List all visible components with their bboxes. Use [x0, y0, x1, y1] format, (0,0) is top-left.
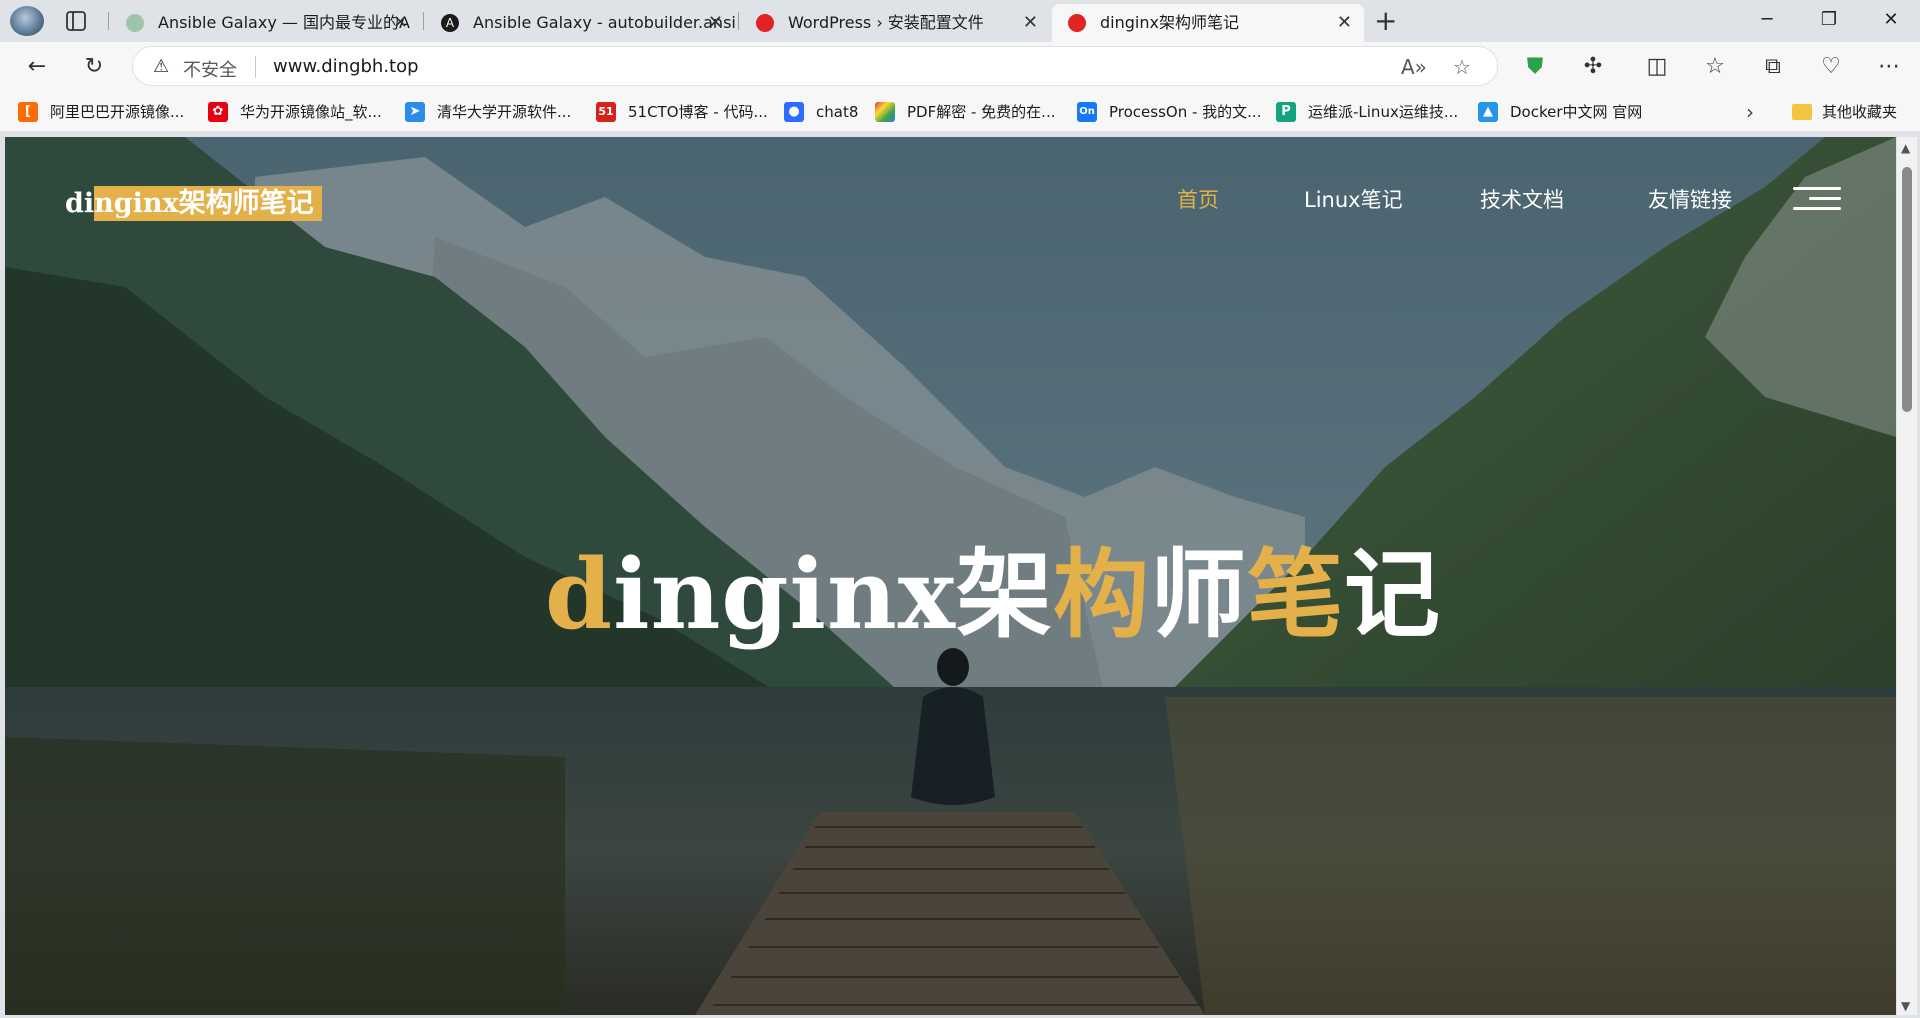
- tsinghua-icon: ➤: [405, 102, 425, 122]
- bookmark-label: ProcessOn - 我的文...: [1109, 103, 1262, 121]
- browser-toolbar: ← ↻ ⚠ 不安全 www.dingbh.top A» ☆ ⛊ ✣ ◫ ☆ ⧉ …: [0, 42, 1920, 92]
- tab-title: dinginx架构师笔记: [1100, 13, 1239, 32]
- profile-avatar[interactable]: [10, 6, 44, 36]
- address-bar[interactable]: ⚠ 不安全 www.dingbh.top A» ☆: [132, 46, 1498, 86]
- restore-button[interactable]: ❐: [1806, 0, 1852, 42]
- split-screen-icon[interactable]: ◫: [1642, 52, 1672, 82]
- bookmark-item[interactable]: ● chat8: [784, 101, 858, 123]
- scroll-thumb[interactable]: [1902, 167, 1912, 412]
- chevron-right-icon[interactable]: ›: [1746, 100, 1754, 124]
- logo-text: di: [65, 188, 95, 219]
- minimize-button[interactable]: ─: [1744, 0, 1790, 42]
- tab-title: Ansible Galaxy - autobuilder.ansi: [473, 13, 735, 32]
- tab-actions-icon[interactable]: [64, 9, 88, 33]
- back-button[interactable]: ←: [22, 52, 52, 82]
- huawei-icon: ✿: [208, 102, 228, 122]
- wordpress-site-icon: [756, 14, 774, 32]
- bookmark-item[interactable]: 51 51CTO博客 - 代码...: [596, 101, 768, 123]
- close-icon[interactable]: ✕: [393, 4, 408, 42]
- extensions-icon[interactable]: ✣: [1578, 52, 1608, 82]
- security-label[interactable]: 不安全: [183, 56, 237, 82]
- bookmark-label: 运维派-Linux运维技...: [1308, 103, 1459, 121]
- yunweipai-icon: P: [1276, 102, 1296, 122]
- close-window-button[interactable]: ✕: [1868, 0, 1914, 42]
- bookmarks-bar: [ 阿里巴巴开源镜像... ✿ 华为开源镜像站_软... ➤ 清华大学开源软件.…: [0, 92, 1920, 132]
- scroll-up-icon[interactable]: ▲: [1901, 141, 1910, 155]
- processon-icon: On: [1077, 102, 1097, 122]
- 51cto-icon: 51: [596, 102, 616, 122]
- hero-section: dinginx架构师笔记 首页 Linux笔记 技术文档 友情链接 dingin…: [5, 137, 1896, 1015]
- bookmark-label: 其他收藏夹: [1822, 103, 1898, 121]
- tab-ansible-galaxy-2[interactable]: A Ansible Galaxy - autobuilder.ansi ✕: [425, 4, 735, 42]
- favorite-star-icon[interactable]: ☆: [1453, 55, 1471, 79]
- nav-linux-notes[interactable]: Linux笔记: [1304, 184, 1403, 214]
- bookmark-item[interactable]: [ 阿里巴巴开源镜像...: [18, 101, 184, 123]
- chat-icon: ●: [784, 102, 804, 122]
- hero-title: dinginx架构师笔记: [545, 538, 1442, 651]
- close-icon[interactable]: ✕: [1023, 4, 1038, 42]
- url-text[interactable]: www.dingbh.top: [273, 56, 419, 77]
- ansible-galaxy-icon: [126, 14, 144, 32]
- pdf-icon: [875, 102, 895, 122]
- bookmark-item[interactable]: P 运维派-Linux运维技...: [1276, 101, 1458, 123]
- alibaba-icon: [: [18, 102, 38, 122]
- other-bookmarks-folder[interactable]: 其他收藏夹: [1790, 101, 1897, 123]
- bookmark-label: chat8: [816, 103, 859, 121]
- bookmark-item[interactable]: ▲ Docker中文网 官网: [1478, 101, 1642, 123]
- bookmark-label: 清华大学开源软件...: [437, 103, 572, 121]
- bookmark-label: 华为开源镜像站_软...: [240, 103, 382, 121]
- shield-extension-icon[interactable]: ⛊: [1520, 52, 1550, 82]
- ansible-icon: A: [441, 14, 459, 32]
- nav-friend-links[interactable]: 友情链接: [1648, 184, 1732, 214]
- nav-home[interactable]: 首页: [1177, 184, 1219, 214]
- tab-title: Ansible Galaxy — 国内最专业的A: [158, 13, 410, 32]
- site-logo[interactable]: dinginx架构师笔记: [65, 181, 322, 221]
- scroll-down-icon[interactable]: ▼: [1901, 999, 1910, 1013]
- tab-dinginx[interactable]: dinginx架构师笔记 ✕: [1052, 4, 1364, 42]
- more-menu-icon[interactable]: ⋯: [1874, 52, 1904, 82]
- bookmark-item[interactable]: PDF解密 - 免费的在...: [875, 101, 1055, 123]
- bookmark-item[interactable]: On ProcessOn - 我的文...: [1077, 101, 1261, 123]
- bookmark-label: 51CTO博客 - 代码...: [628, 103, 768, 121]
- new-tab-button[interactable]: +: [1374, 3, 1397, 39]
- browser-essentials-icon[interactable]: ♡: [1816, 52, 1846, 82]
- bookmark-label: 阿里巴巴开源镜像...: [50, 103, 185, 121]
- folder-icon: [1792, 104, 1812, 120]
- tab-wordpress[interactable]: WordPress › 安装配置文件 ✕: [740, 4, 1050, 42]
- nav-tech-docs[interactable]: 技术文档: [1480, 184, 1564, 214]
- docker-icon: ▲: [1478, 102, 1498, 122]
- read-aloud-icon[interactable]: A»: [1401, 55, 1427, 79]
- collections-icon[interactable]: ⧉: [1758, 52, 1788, 82]
- tab-title: WordPress › 安装配置文件: [788, 13, 984, 32]
- close-icon[interactable]: ✕: [1337, 4, 1352, 42]
- dinginx-site-icon: [1068, 14, 1086, 32]
- tab-ansible-galaxy-1[interactable]: Ansible Galaxy — 国内最专业的A ✕: [110, 4, 420, 42]
- warning-icon[interactable]: ⚠: [153, 56, 169, 77]
- bookmark-item[interactable]: ➤ 清华大学开源软件...: [405, 101, 571, 123]
- refresh-button[interactable]: ↻: [79, 52, 109, 82]
- logo-highlight-text: nginx架构师笔记: [94, 186, 322, 221]
- bookmark-label: PDF解密 - 免费的在...: [907, 103, 1056, 121]
- menu-icon[interactable]: [1793, 185, 1841, 213]
- tab-strip: Ansible Galaxy — 国内最专业的A ✕ A Ansible Gal…: [0, 0, 1920, 42]
- favorites-icon[interactable]: ☆: [1700, 52, 1730, 82]
- close-icon[interactable]: ✕: [708, 4, 723, 42]
- bookmark-item[interactable]: ✿ 华为开源镜像站_软...: [208, 101, 382, 123]
- page-scrollbar[interactable]: ▲ ▼: [1897, 137, 1917, 1015]
- bookmark-label: Docker中文网 官网: [1510, 103, 1643, 121]
